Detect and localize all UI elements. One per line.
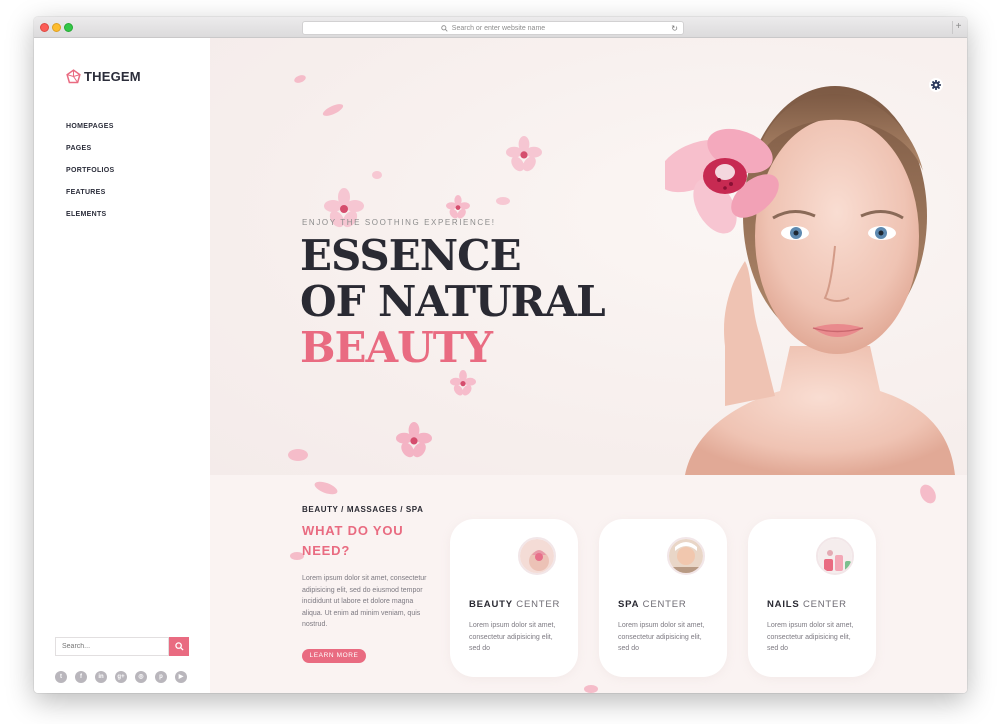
spa-center-photo: [667, 537, 705, 575]
card-title-light: CENTER: [799, 599, 847, 610]
sidebar: THEGEM HOMEPAGES PAGES PORTFOLIOS FEATUR…: [34, 38, 210, 693]
card-title: NAILS CENTER: [767, 599, 847, 610]
card-title-bold: SPA: [618, 599, 640, 610]
petal-decoration: [288, 449, 308, 461]
linkedin-icon[interactable]: in: [95, 671, 107, 683]
search-input[interactable]: [55, 637, 169, 656]
hero-title-line-1: ESSENCE: [300, 231, 522, 280]
gem-logo-icon: [66, 69, 81, 84]
pinterest-icon[interactable]: p: [155, 671, 167, 683]
services-description: Lorem ipsum dolor sit amet, consectetur …: [302, 575, 427, 628]
main-content: ENJOY THE SOOTHING EXPERIENCE! ESSENCE O…: [210, 38, 967, 693]
services-heading: WHAT DO YOU NEED?: [302, 521, 432, 561]
service-card-nails[interactable]: NAILS CENTER Lorem ipsum dolor sit amet,…: [748, 519, 876, 677]
search-button[interactable]: [169, 637, 189, 656]
hero-section: ENJOY THE SOOTHING EXPERIENCE! ESSENCE O…: [210, 38, 967, 475]
browser-window: Search or enter website name ↻ + THEGEM …: [34, 17, 967, 693]
card-title: SPA CENTER: [618, 599, 687, 610]
card-title-light: CENTER: [512, 599, 561, 610]
address-placeholder: Search or enter website name: [451, 24, 546, 32]
minimize-window-button[interactable]: [52, 23, 61, 32]
hero-title-line-2: OF NATURAL: [300, 277, 606, 326]
card-title-bold: NAILS: [767, 599, 800, 610]
petal-decoration: [920, 484, 936, 504]
services-heading-line-1: WHAT DO YOU: [302, 523, 404, 538]
zoom-window-button[interactable]: [64, 23, 73, 32]
social-links: t f in g+ ◎ p ▶: [55, 671, 187, 683]
hero-kicker: ENJOY THE SOOTHING EXPERIENCE!: [302, 218, 496, 227]
learn-more-button[interactable]: LEARN MORE: [302, 649, 366, 663]
sidebar-search: [55, 637, 189, 656]
nav-item-homepages[interactable]: HOMEPAGES: [66, 122, 115, 144]
services-breadcrumb: BEAUTY / MASSAGES / SPA: [302, 505, 424, 514]
card-title-bold: BEAUTY: [469, 599, 513, 610]
card-text: Lorem ipsum dolor sit amet, consectetur …: [618, 622, 705, 652]
card-text: Lorem ipsum dolor sit amet, consectetur …: [767, 622, 854, 652]
nav-item-features[interactable]: FEATURES: [66, 188, 115, 210]
beauty-center-photo: [518, 537, 556, 575]
address-bar[interactable]: Search or enter website name ↻: [302, 21, 684, 35]
main-nav: HOMEPAGES PAGES PORTFOLIOS FEATURES ELEM…: [66, 122, 115, 232]
logo[interactable]: THEGEM: [66, 69, 141, 84]
close-window-button[interactable]: [40, 23, 49, 32]
hero-title-line-3: BEAUTY: [300, 323, 493, 372]
nails-center-photo: [816, 537, 854, 575]
instagram-icon[interactable]: ◎: [135, 671, 147, 683]
blossom-decoration: [506, 136, 542, 172]
petal-decoration: [496, 197, 510, 205]
petal-decoration: [584, 685, 598, 693]
nav-item-elements[interactable]: ELEMENTS: [66, 210, 115, 232]
hero-model-image: [665, 86, 955, 475]
services-section: BEAUTY / MASSAGES / SPA WHAT DO YOU NEED…: [210, 475, 967, 693]
petal-decoration: [322, 104, 344, 116]
twitter-icon[interactable]: t: [55, 671, 67, 683]
search-icon: [174, 642, 184, 651]
youtube-icon[interactable]: ▶: [175, 671, 187, 683]
blossom-decoration: [450, 370, 476, 396]
service-card-spa[interactable]: SPA CENTER Lorem ipsum dolor sit amet, c…: [599, 519, 727, 677]
petal-decoration: [372, 171, 382, 179]
logo-text: THEGEM: [84, 69, 141, 84]
googleplus-icon[interactable]: g+: [115, 671, 127, 683]
blossom-decoration: [446, 195, 470, 219]
new-tab-button[interactable]: +: [952, 21, 964, 34]
settings-gear-icon[interactable]: [929, 78, 943, 92]
card-title-light: CENTER: [639, 599, 687, 610]
reload-icon[interactable]: ↻: [671, 24, 678, 33]
search-icon: [441, 24, 448, 32]
petal-decoration: [294, 75, 306, 83]
card-text: Lorem ipsum dolor sit amet, consectetur …: [469, 622, 556, 652]
petal-decoration: [314, 481, 338, 495]
service-card-beauty[interactable]: BEAUTY CENTER Lorem ipsum dolor sit amet…: [450, 519, 578, 677]
facebook-icon[interactable]: f: [75, 671, 87, 683]
nav-item-pages[interactable]: PAGES: [66, 144, 115, 166]
browser-titlebar: Search or enter website name ↻ +: [34, 17, 967, 38]
services-heading-line-2: NEED?: [302, 543, 351, 558]
nav-item-portfolios[interactable]: PORTFOLIOS: [66, 166, 115, 188]
blossom-decoration: [396, 422, 432, 458]
card-title: BEAUTY CENTER: [469, 599, 560, 610]
